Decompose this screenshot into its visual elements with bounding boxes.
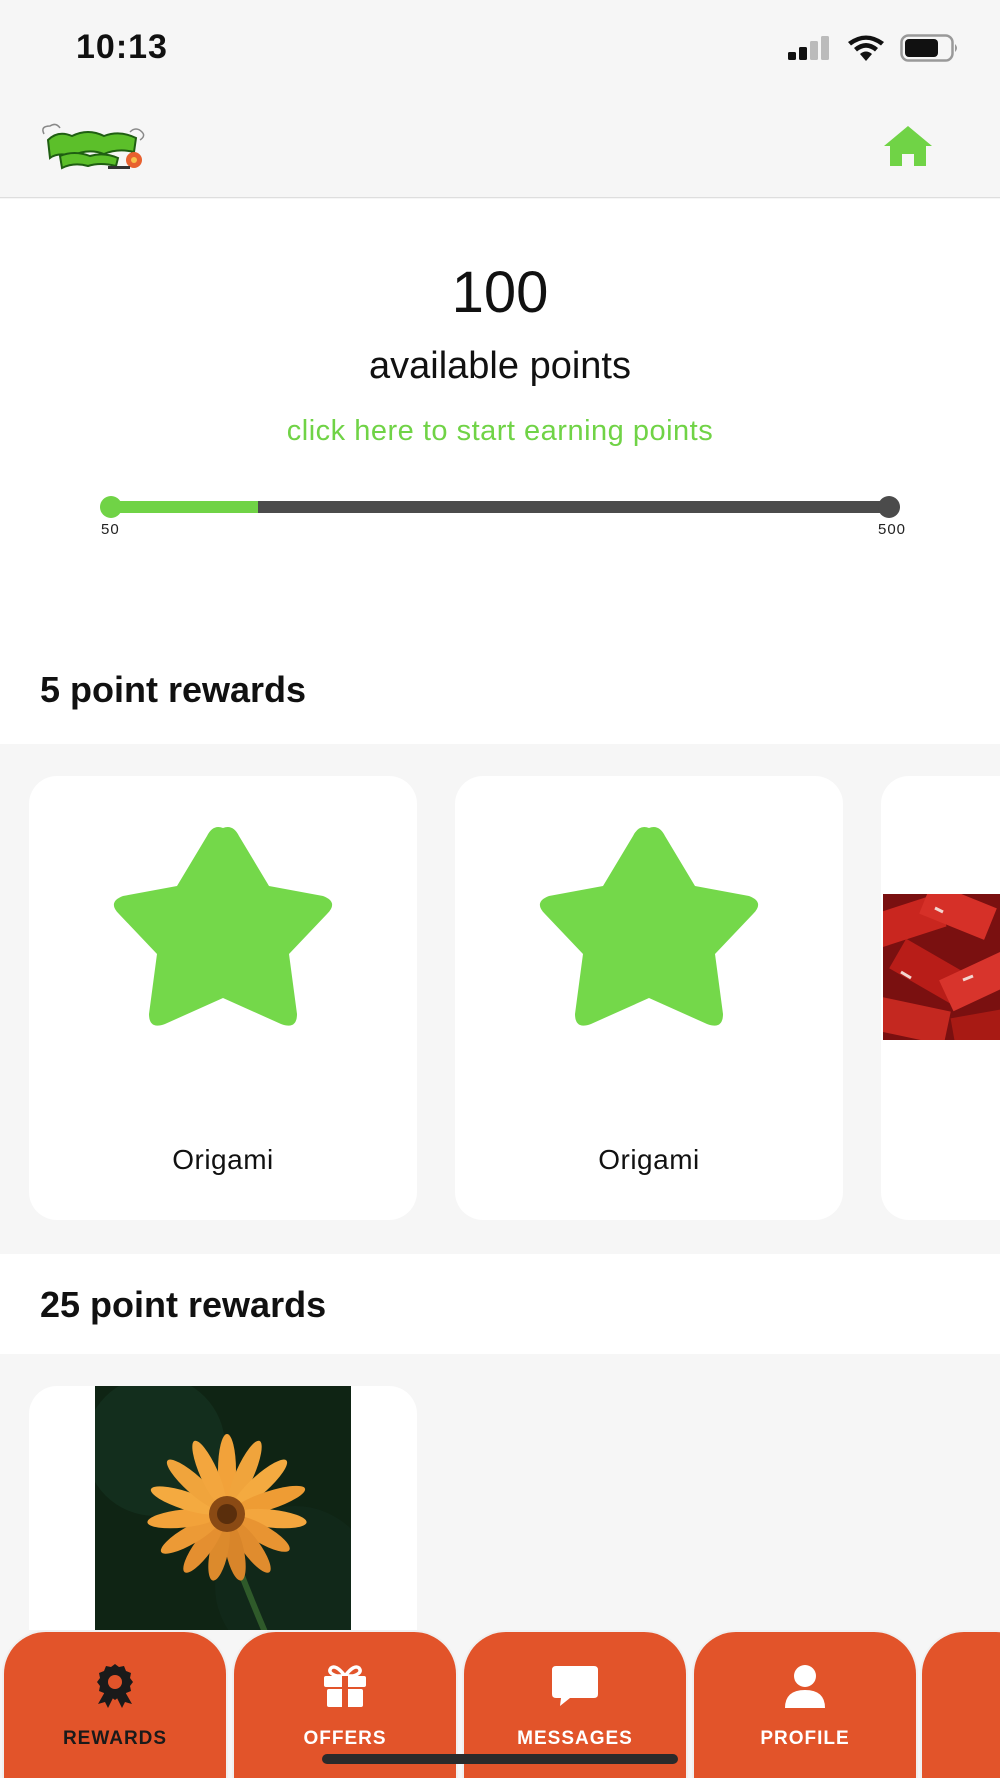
- progress-fill: [110, 501, 259, 513]
- tab-label: REWARDS: [62, 1728, 168, 1749]
- tab-label: OFFERS: [303, 1728, 387, 1749]
- star-icon: [539, 827, 759, 1026]
- points-label: available points: [369, 345, 631, 387]
- status-time: 10:13: [76, 28, 168, 66]
- app-header: [0, 100, 1000, 198]
- reward-card[interactable]: Origami: [29, 776, 417, 1220]
- reward-card[interactable]: [29, 1386, 417, 1630]
- section-title: 25 point rewards: [40, 1284, 327, 1325]
- red-tags-photo: [883, 894, 1000, 1040]
- reward-card[interactable]: Origami: [455, 776, 843, 1220]
- gift-icon: [324, 1665, 366, 1707]
- award-icon: [97, 1664, 133, 1708]
- star-icon: [113, 827, 333, 1026]
- earn-points-link[interactable]: click here to start earning points: [0, 415, 1000, 448]
- progress-end-knob: [878, 496, 900, 518]
- section-header: 25 point rewards: [0, 1254, 1000, 1354]
- points-panel: 100 available points click here to start…: [0, 199, 1000, 744]
- reward-card[interactable]: [881, 776, 1000, 1220]
- points-value: 100: [451, 260, 549, 325]
- reward-card-label: Origami: [172, 1144, 274, 1175]
- tab-label: PROFILE: [760, 1728, 850, 1749]
- cellular-signal-icon: [788, 36, 829, 60]
- tab-more[interactable]: [920, 1630, 1000, 1778]
- status-bar: 10:13: [0, 0, 1000, 100]
- orange-flower-photo: [95, 1386, 351, 1630]
- points-progress-bar: [100, 496, 900, 518]
- reward-card-label: Origami: [598, 1144, 700, 1175]
- section-title: 5 point rewards: [40, 669, 307, 710]
- person-icon: [785, 1665, 825, 1708]
- flower-power-logo[interactable]: [38, 122, 150, 172]
- chat-bubble-icon: [552, 1666, 598, 1706]
- home-indicator: [322, 1754, 678, 1764]
- progress-max-label: 500: [878, 521, 907, 538]
- battery-icon: [900, 34, 957, 62]
- tab-rewards[interactable]: REWARDS: [2, 1630, 228, 1778]
- progress-start-knob: [100, 496, 122, 518]
- status-icons: [788, 34, 960, 62]
- tab-label: MESSAGES: [517, 1728, 633, 1749]
- progress-min-label: 50: [101, 521, 120, 538]
- rewards-carousel-25[interactable]: [0, 1354, 1000, 1630]
- wifi-icon: [848, 35, 884, 61]
- tab-profile[interactable]: PROFILE: [692, 1630, 918, 1778]
- home-icon[interactable]: [882, 124, 934, 168]
- rewards-carousel-5[interactable]: Origami Origami: [0, 744, 1000, 1254]
